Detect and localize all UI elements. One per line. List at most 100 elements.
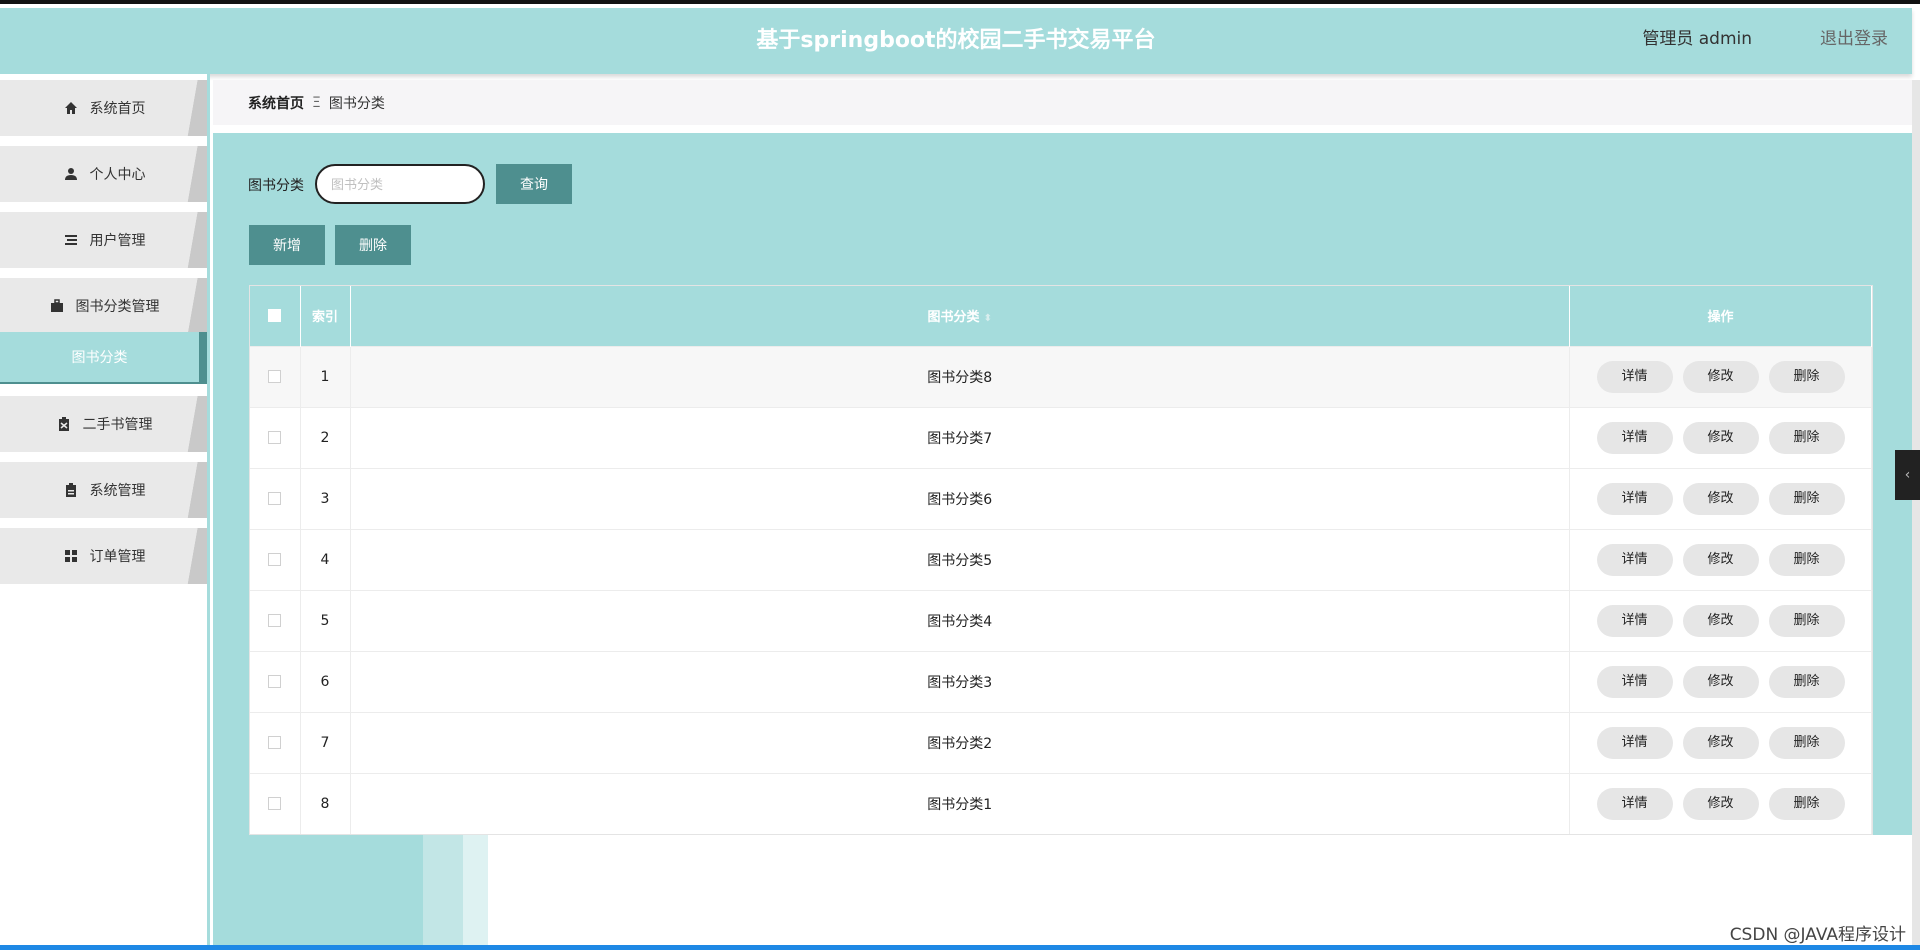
edit-button[interactable]: 修改: [1682, 482, 1759, 515]
sidebar-item-order-management[interactable]: 订单管理: [0, 528, 207, 584]
detail-button[interactable]: 详情: [1596, 726, 1673, 759]
row-checkbox[interactable]: [268, 492, 282, 505]
row-index: 3: [300, 467, 351, 529]
row-category: 图书分类3: [350, 650, 1570, 712]
header-index: 索引: [300, 286, 351, 346]
sidebar: 系统首页 个人中心 用户管理 图书分类管理 图书分类 二手书管理 系统管理 订单…: [0, 74, 210, 950]
edit-button[interactable]: 修改: [1682, 665, 1759, 698]
edit-button[interactable]: 修改: [1682, 543, 1759, 576]
sidebar-item-personal-center[interactable]: 个人中心: [0, 146, 207, 202]
table-row: 6 图书分类3 详情 修改 删除: [250, 650, 1872, 712]
site-title: 基于springboot的校园二手书交易平台: [756, 28, 1156, 53]
row-operations: 详情 修改 删除: [1569, 345, 1872, 407]
sidebar-item-category-management[interactable]: 图书分类管理: [0, 278, 207, 334]
row-checkbox-cell: [250, 650, 301, 712]
table-header-row: 索引 图书分类 ⬍ 操作: [250, 286, 1872, 346]
row-operations: 详情 修改 删除: [1569, 406, 1872, 468]
delete-button[interactable]: 删除: [1768, 482, 1845, 515]
sidebar-item-label: 图书分类管理: [75, 299, 160, 315]
row-checkbox[interactable]: [268, 614, 282, 627]
row-checkbox[interactable]: [268, 675, 282, 688]
row-index: 8: [300, 772, 351, 834]
table-row: 4 图书分类5 详情 修改 删除: [250, 528, 1872, 590]
select-all-checkbox[interactable]: [268, 309, 282, 323]
table-row: 5 图书分类4 详情 修改 删除: [250, 589, 1872, 651]
delete-button[interactable]: 删除: [1768, 360, 1845, 393]
breadcrumb: 系统首页 Ξ 图书分类: [213, 80, 1912, 125]
watermark: CSDN @JAVA程序设计: [1729, 925, 1906, 945]
row-checkbox[interactable]: [268, 370, 282, 383]
edit-button[interactable]: 修改: [1682, 604, 1759, 637]
sidebar-item-system-management[interactable]: 系统管理: [0, 462, 207, 518]
row-checkbox-cell: [250, 528, 301, 590]
row-index: 4: [300, 528, 351, 590]
row-index: 7: [300, 711, 351, 773]
detail-button[interactable]: 详情: [1596, 360, 1673, 393]
table-row: 2 图书分类7 详情 修改 删除: [250, 406, 1872, 468]
user-icon: [62, 167, 80, 181]
detail-button[interactable]: 详情: [1596, 665, 1673, 698]
detail-button[interactable]: 详情: [1596, 543, 1673, 576]
header-category[interactable]: 图书分类 ⬍: [350, 286, 1570, 346]
row-checkbox-cell: [250, 772, 301, 834]
row-checkbox[interactable]: [268, 553, 282, 566]
delete-button[interactable]: 删除: [1768, 726, 1845, 759]
row-category: 图书分类1: [350, 772, 1570, 834]
row-checkbox[interactable]: [268, 736, 282, 749]
edit-button[interactable]: 修改: [1682, 787, 1759, 820]
row-checkbox[interactable]: [268, 431, 282, 444]
delete-button[interactable]: 删除: [1768, 665, 1845, 698]
sort-icon[interactable]: ⬍: [984, 313, 992, 324]
breadcrumb-current: 图书分类: [328, 95, 385, 112]
delete-button[interactable]: 删除: [1768, 543, 1845, 576]
sidebar-item-label: 订单管理: [89, 549, 146, 565]
clipboard-icon: [55, 417, 73, 431]
row-index: 6: [300, 650, 351, 712]
delete-button[interactable]: 删除: [1768, 604, 1845, 637]
sidebar-item-home[interactable]: 系统首页: [0, 80, 207, 136]
sidebar-item-label: 用户管理: [89, 233, 146, 249]
detail-button[interactable]: 详情: [1596, 482, 1673, 515]
row-checkbox-cell: [250, 711, 301, 773]
detail-button[interactable]: 详情: [1596, 604, 1673, 637]
logout-link[interactable]: 退出登录: [1820, 8, 1888, 70]
query-button[interactable]: 查询: [496, 164, 572, 204]
add-button[interactable]: 新增: [249, 225, 325, 265]
header-category-label: 图书分类: [927, 310, 980, 326]
breadcrumb-separator: Ξ: [312, 94, 321, 111]
row-checkbox[interactable]: [268, 797, 282, 811]
row-index: 1: [300, 345, 351, 407]
edit-button[interactable]: 修改: [1682, 421, 1759, 454]
decor-stripe: [423, 835, 463, 950]
delete-button[interactable]: 删除: [1768, 787, 1845, 820]
delete-button[interactable]: 删除: [1768, 421, 1845, 454]
collapse-panel-button[interactable]: ‹: [1895, 450, 1920, 500]
row-operations: 详情 修改 删除: [1569, 528, 1872, 590]
header-operations: 操作: [1569, 286, 1872, 346]
edit-button[interactable]: 修改: [1682, 360, 1759, 393]
row-operations: 详情 修改 删除: [1569, 711, 1872, 773]
sidebar-item-user-management[interactable]: 用户管理: [0, 212, 207, 268]
row-checkbox-cell: [250, 406, 301, 468]
detail-button[interactable]: 详情: [1596, 787, 1673, 820]
decor-block: [488, 835, 1912, 950]
row-category: 图书分类4: [350, 589, 1570, 651]
search-label: 图书分类: [248, 178, 304, 194]
row-checkbox-cell: [250, 467, 301, 529]
batch-delete-button[interactable]: 删除: [335, 225, 411, 265]
sidebar-subitem-book-category[interactable]: 图书分类: [0, 332, 207, 384]
clipboard-icon: [62, 483, 80, 497]
breadcrumb-home[interactable]: 系统首页: [248, 93, 304, 113]
detail-button[interactable]: 详情: [1596, 421, 1673, 454]
table-row: 7 图书分类2 详情 修改 删除: [250, 711, 1872, 773]
category-table: 索引 图书分类 ⬍ 操作 1 图书分类8 详情 修改 删除 2 图书分类7 详情 修改 删除 3 图书分…: [249, 285, 1873, 835]
search-input[interactable]: [315, 164, 485, 204]
list-icon: [62, 233, 80, 247]
window-top-border: [0, 0, 1920, 4]
header-checkbox-cell: [250, 286, 301, 346]
sidebar-item-label: 系统管理: [89, 483, 146, 499]
row-index: 5: [300, 589, 351, 651]
sidebar-item-secondhand-books[interactable]: 二手书管理: [0, 396, 207, 452]
chevron-left-icon: ‹: [1904, 467, 1911, 483]
edit-button[interactable]: 修改: [1682, 726, 1759, 759]
